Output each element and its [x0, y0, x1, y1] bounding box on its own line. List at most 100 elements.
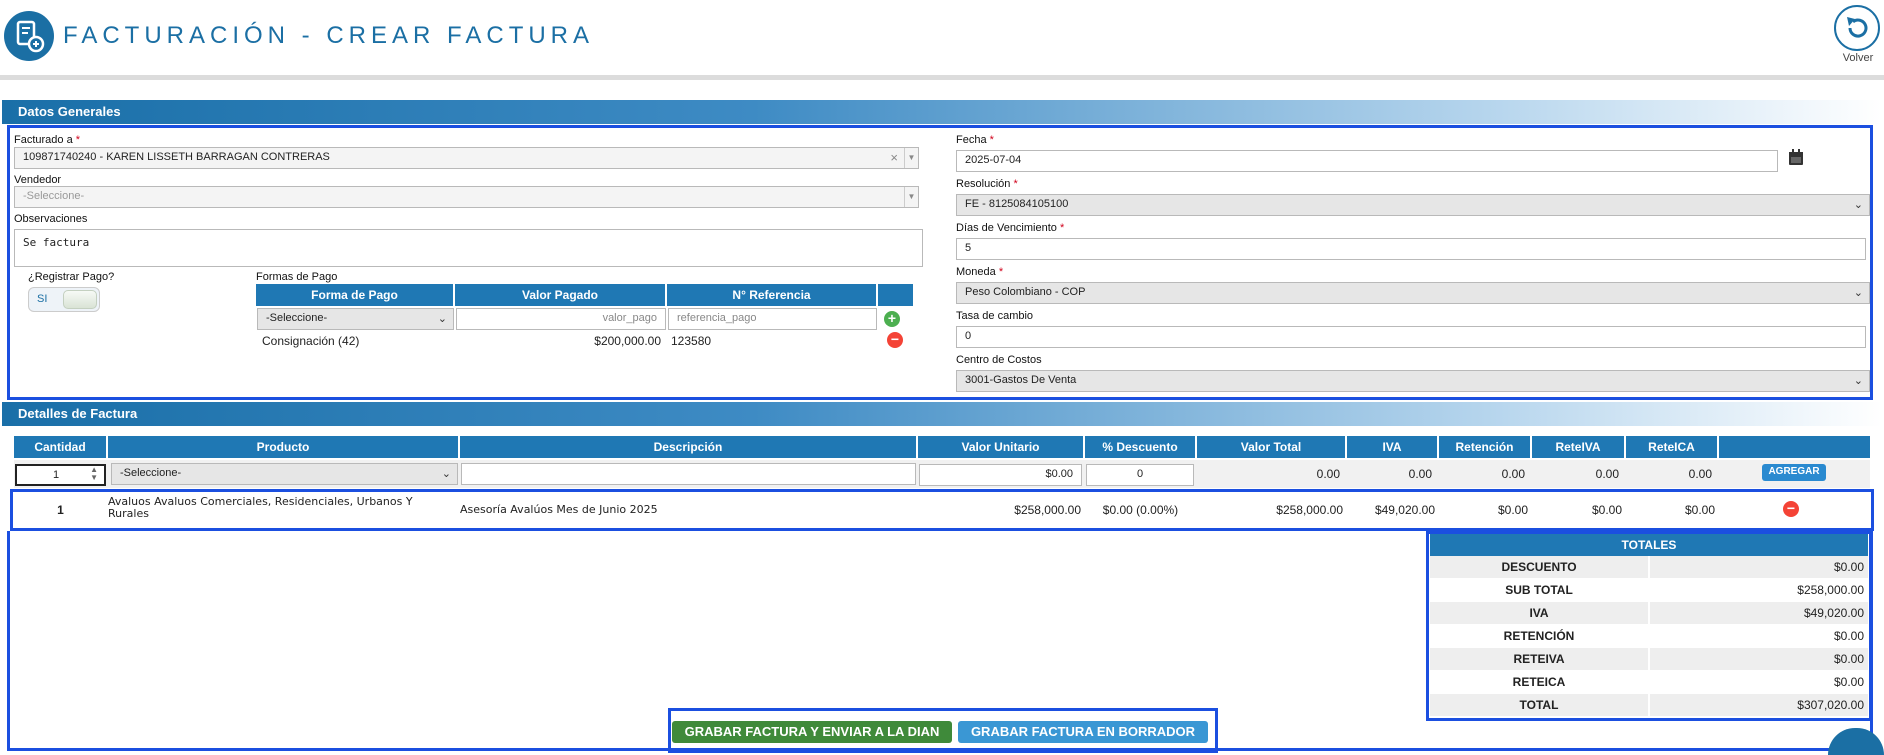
forma-pago-placeholder: -Seleccione-	[266, 312, 328, 324]
moneda-label: Moneda *	[956, 266, 1004, 278]
formas-pago-label: Formas de Pago	[256, 271, 338, 283]
resolucion-select[interactable]: FE - 8125084105100 ⌄	[956, 194, 1870, 216]
dias-vencimiento-input[interactable]: 5	[956, 238, 1866, 260]
section-general-title: Datos Generales	[2, 100, 1882, 124]
payments-header-actions	[878, 284, 914, 306]
grabar-borrador-button[interactable]: GRABAR FACTURA EN BORRADOR	[958, 721, 1208, 743]
total-iva-label: IVA	[1430, 602, 1648, 624]
row-descuento: $0.00 (0.00%)	[1102, 503, 1179, 517]
remove-payment-icon[interactable]: −	[887, 332, 903, 348]
total-descuento-value: $0.00	[1650, 556, 1868, 578]
vendedor-select[interactable]: -Seleccione- ▼	[14, 186, 919, 208]
details-header-actions	[1719, 436, 1870, 458]
registrar-pago-toggle[interactable]: SI	[28, 287, 100, 312]
cantidad-value: 1	[53, 469, 60, 481]
tasa-label: Tasa de cambio	[956, 310, 1034, 322]
facturado-value: 109871740240 - KAREN LISSETH BARRAGAN CO…	[23, 151, 330, 163]
row-valor-total: $258,000.00	[1276, 503, 1343, 517]
descuento-input[interactable]: 0	[1086, 464, 1194, 486]
moneda-value: Peso Colombiano - COP	[965, 286, 1086, 298]
details-header-valor-total: Valor Total	[1197, 436, 1346, 458]
observaciones-label: Observaciones	[14, 213, 88, 225]
vendedor-placeholder: -Seleccione-	[23, 190, 85, 202]
total-subtotal-label: SUB TOTAL	[1505, 583, 1573, 597]
referencia-pago-input[interactable]: referencia_pago	[668, 308, 877, 330]
forma-pago-select[interactable]: -Seleccione- ⌄	[257, 308, 454, 330]
details-header-descripcion: Descripción	[460, 436, 917, 458]
chevron-down-icon: ⌄	[1853, 199, 1863, 211]
remove-item-icon[interactable]: −	[1783, 501, 1799, 517]
dias-label: Días de Vencimiento *	[956, 222, 1065, 234]
grabar-enviar-dian-button[interactable]: GRABAR FACTURA Y ENVIAR A LA DIAN	[672, 721, 952, 743]
invoice-add-icon	[4, 11, 54, 61]
add-payment-icon[interactable]: +	[884, 311, 900, 327]
total-descuento-label: DESCUENTO	[1430, 556, 1648, 578]
valor-unitario-input[interactable]: $0.00	[919, 464, 1082, 486]
total-retencion-label: RETENCIÓN	[1503, 629, 1575, 643]
details-header-valor-unitario: Valor Unitario	[918, 436, 1084, 458]
stepper-arrows-icon[interactable]: ▲ ▼	[90, 466, 98, 482]
chevron-down-icon: ▼	[904, 187, 918, 207]
facturado-label: Facturado a *	[14, 134, 81, 146]
total-total-label: TOTAL	[1430, 694, 1648, 716]
resolucion-label: Resolución *	[956, 178, 1018, 190]
section-details-title: Detalles de Factura	[2, 402, 1882, 426]
total-reteiva-label: RETEIVA	[1430, 648, 1648, 670]
chevron-down-icon: ▼	[904, 148, 918, 168]
undo-icon	[1847, 17, 1868, 38]
facturado-select[interactable]: 109871740240 - KAREN LISSETH BARRAGAN CO…	[14, 147, 919, 169]
chevron-down-icon: ⌄	[1853, 375, 1863, 387]
valor-pago-input[interactable]: valor_pago	[456, 308, 666, 330]
payments-header-ref: N° Referencia	[667, 284, 877, 306]
row-descripcion: Asesoría Avalúos Mes de Junio 2025	[460, 503, 658, 516]
vendedor-label: Vendedor	[14, 174, 62, 186]
page-title: FACTURACIÓN - CREAR FACTURA	[63, 22, 595, 49]
row-reteiva: $0.00	[1591, 503, 1622, 517]
details-header-producto: Producto	[108, 436, 459, 458]
input-iva: 0.00	[1408, 467, 1432, 481]
payments-header-forma: Forma de Pago	[256, 284, 454, 306]
clear-icon[interactable]: ×	[890, 150, 898, 165]
agregar-button[interactable]: AGREGAR	[1762, 464, 1826, 481]
chevron-down-icon: ⌄	[441, 468, 451, 480]
tasa-cambio-input[interactable]: 0	[956, 326, 1866, 348]
row-reteica: $0.00	[1684, 503, 1715, 517]
resolucion-value: FE - 8125084105100	[965, 198, 1069, 210]
observaciones-textarea[interactable]: Se factura	[14, 229, 923, 267]
row-retencion: $0.00	[1497, 503, 1528, 517]
total-reteica-value: $0.00	[1833, 675, 1864, 689]
registrar-pago-label: ¿Registrar Pago?	[28, 271, 115, 283]
details-header-reteiva: ReteIVA	[1532, 436, 1625, 458]
details-header-retencion: Retención	[1439, 436, 1531, 458]
payment-ref-cell: 123580	[671, 334, 712, 348]
payments-header-valor: Valor Pagado	[455, 284, 666, 306]
total-reteica-label: RETEICA	[1512, 675, 1566, 689]
row-cantidad: 1	[57, 503, 64, 517]
producto-select[interactable]: -Seleccione- ⌄	[111, 463, 458, 485]
total-iva-value: $49,020.00	[1650, 602, 1868, 624]
moneda-select[interactable]: Peso Colombiano - COP ⌄	[956, 282, 1870, 304]
producto-placeholder: -Seleccione-	[120, 467, 182, 479]
cantidad-stepper[interactable]: 1 ▲ ▼	[15, 464, 106, 486]
total-total-value: $307,020.00	[1650, 694, 1868, 716]
row-iva: $49,020.00	[1374, 503, 1435, 517]
details-header-descuento: % Descuento	[1085, 436, 1196, 458]
centro-value: 3001-Gastos De Venta	[965, 374, 1077, 386]
row-producto: Avaluos Avaluos Comerciales, Residencial…	[108, 495, 413, 520]
back-label: Volver	[1842, 52, 1874, 64]
fecha-label: Fecha *	[956, 134, 994, 146]
input-reteiva: 0.00	[1595, 467, 1619, 481]
toggle-knob	[63, 290, 97, 309]
total-subtotal-value: $258,000.00	[1797, 583, 1864, 597]
total-retencion-value: $0.00	[1833, 629, 1864, 643]
chevron-down-icon: ⌄	[1853, 287, 1863, 299]
page-header: FACTURACIÓN - CREAR FACTURA Volver	[0, 0, 1884, 80]
descripcion-input[interactable]	[461, 463, 916, 485]
fecha-input[interactable]: 2025-07-04	[956, 150, 1778, 172]
back-button[interactable]	[1834, 5, 1880, 51]
calendar-icon[interactable]	[1788, 149, 1804, 166]
centro-costos-select[interactable]: 3001-Gastos De Venta ⌄	[956, 370, 1870, 392]
toggle-label: SI	[37, 293, 48, 305]
payment-forma-cell: Consignación (42)	[262, 334, 360, 348]
total-reteiva-value: $0.00	[1650, 648, 1868, 670]
